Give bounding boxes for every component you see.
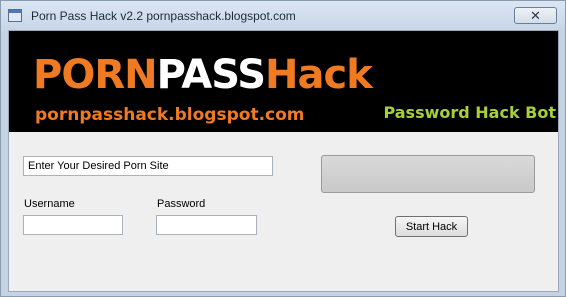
window-title: Porn Pass Hack v2.2 pornpasshack.blogspo… [31,9,296,23]
progress-bar [321,155,535,193]
start-hack-button[interactable]: Start Hack [395,216,468,237]
title-bar[interactable]: Porn Pass Hack v2.2 pornpasshack.blogspo… [1,1,565,30]
banner-logo: PORNPASSHack [33,52,373,98]
client-area: PORNPASSHack pornpasshack.blogspot.com P… [8,30,559,292]
banner: PORNPASSHack pornpasshack.blogspot.com P… [9,31,558,132]
logo-part-hack: Hack [265,52,373,98]
username-label: Username [24,198,75,210]
logo-part-pass: PASS [156,52,266,98]
app-window: Porn Pass Hack v2.2 pornpasshack.blogspo… [0,0,566,297]
password-label: Password [157,198,206,210]
close-button[interactable]: ✕ [514,7,557,24]
banner-tagline: Password Hack Bot [383,103,556,122]
password-field[interactable] [156,215,257,235]
app-icon [8,9,22,22]
close-icon: ✕ [530,8,541,23]
username-field[interactable] [23,215,123,235]
logo-part-porn: PORN [33,52,158,98]
banner-url: pornpasshack.blogspot.com [35,105,305,125]
site-input[interactable] [23,156,273,176]
